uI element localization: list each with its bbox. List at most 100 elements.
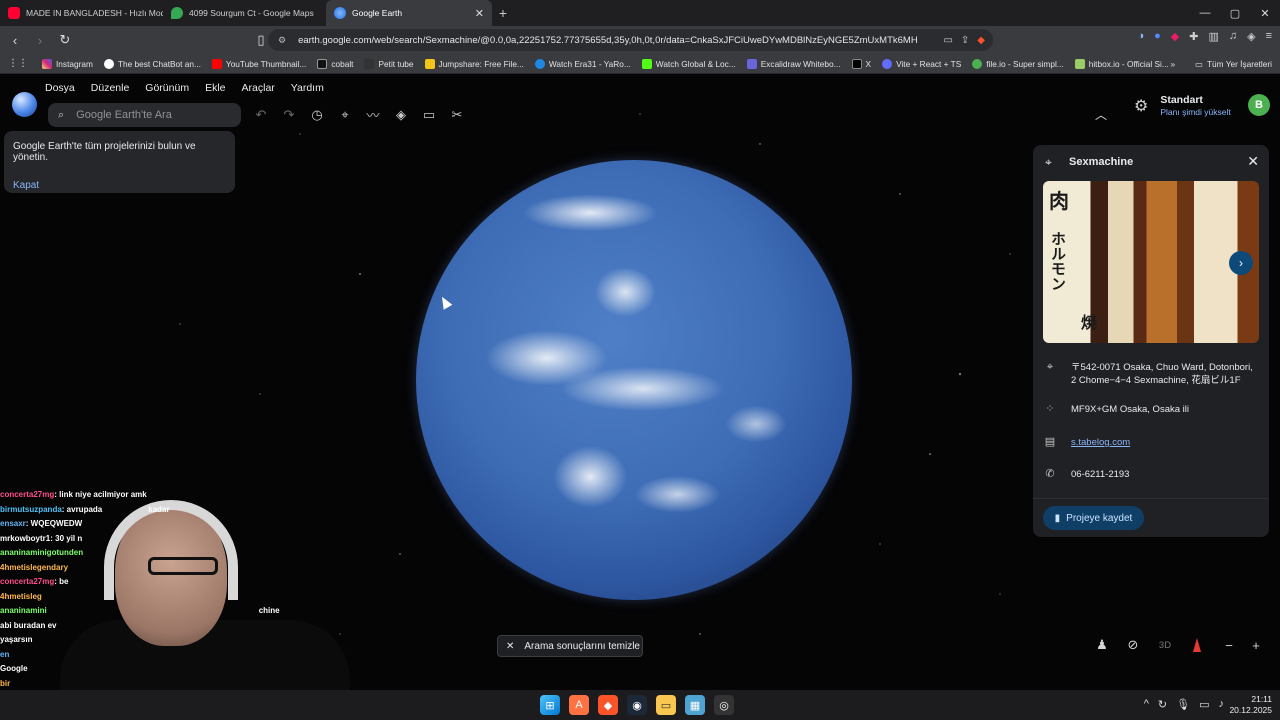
zoom-out-button[interactable]: − [1218,634,1240,656]
chevron-up-icon[interactable]: ︿ [1095,106,1107,123]
clear-results-button[interactable]: ✕ Arama sonuçlarını temizle [497,635,643,657]
website-link[interactable]: s.tabelog.com [1071,436,1130,449]
menu-tools[interactable]: Araçlar [242,82,275,94]
path-icon[interactable]: 〰 [364,105,382,124]
sidebar-icon[interactable]: ▥ [1208,30,1218,43]
address-bar[interactable]: ⚙ earth.google.com/web/search/Sexmachine… [268,29,993,51]
all-bookmarks-folder[interactable]: ▭ Tüm Yer İşaretleri [1195,59,1272,69]
tools-icon[interactable]: ✂ [448,107,466,123]
place-photo[interactable]: 肉 ホルモン 焼 › [1043,181,1259,343]
layers-icon[interactable]: ◈ [392,107,410,123]
app-icon[interactable]: ◎ [714,695,734,715]
bookmark-cobalt[interactable]: cobalt [317,58,353,69]
menu-icon[interactable]: ≡ [1266,30,1272,43]
google-earth-logo[interactable] [12,92,37,117]
plan-upgrade-link[interactable]: Planı şimdi yükselt [1160,106,1230,118]
tooltip-close-button[interactable]: Kapat [13,180,39,191]
file-explorer-icon[interactable]: ▭ [656,695,676,715]
panel-divider [1033,498,1269,499]
gear-icon[interactable]: ⚙ [1134,96,1148,116]
bookmarks-bar: ⋮⋮ Instagram The best ChatBot an... YouT… [0,54,1280,74]
forward-button[interactable]: › [30,30,50,50]
microphone-icon[interactable]: 🎙 [1176,698,1190,711]
earth-globe[interactable] [416,160,852,600]
menu-add[interactable]: Ekle [205,82,225,94]
url-text: earth.google.com/web/search/Sexmachine/@… [298,34,919,46]
date-text: 20.12.2025 [1229,705,1272,715]
app-icon[interactable]: A [569,695,589,715]
bookmark-petit-tube[interactable]: Petit tube [364,58,414,69]
menu-file[interactable]: Dosya [45,82,75,94]
compass-icon[interactable] [1186,634,1208,656]
bookmark-hitbox[interactable]: hitbox.io - Official Si... [1074,58,1169,69]
windows-start-icon[interactable]: ⊞ [540,695,560,715]
brave-shield-icon[interactable]: ◆ [977,35,985,46]
cast-icon[interactable]: ▭ [943,35,952,46]
bookmark-file-io[interactable]: file.io - Super simpl... [972,58,1064,69]
chevron-up-icon[interactable]: ^ [1144,698,1149,711]
tab-label: Google Earth [352,8,403,18]
minimize-button[interactable]: — [1190,0,1220,26]
back-button[interactable]: ‹ [5,30,25,50]
excalidraw-icon [746,58,757,69]
menu-view[interactable]: Görünüm [145,82,189,94]
music-icon[interactable]: ♫ [1229,30,1237,43]
brave-icon[interactable]: ◆ [598,695,618,715]
bookmark-youtube-thumbnail[interactable]: YouTube Thumbnail... [211,58,306,69]
history-icon[interactable]: ◷ [308,107,326,123]
close-panel-button[interactable]: ✕ [1247,153,1259,170]
menu-help[interactable]: Yardım [291,82,324,94]
plan-info[interactable]: Standart Planı şimdi yükselt [1160,94,1230,118]
extension-icon[interactable]: ◆ [1171,30,1179,43]
new-tab-button[interactable]: + [492,5,514,21]
extension-icon[interactable]: ● [1154,30,1161,43]
clock[interactable]: 21:11 20.12.2025 [1229,694,1272,716]
close-tab-icon[interactable]: ✕ [475,7,484,20]
plus-code-text: MF9X+GM Osaka, Osaka ili [1071,404,1189,415]
steam-icon[interactable]: ◉ [627,695,647,715]
bookmark-jumpshare[interactable]: Jumpshare: Free File... [424,58,524,69]
avatar[interactable]: B [1248,94,1270,116]
bookmark-vite[interactable]: Vite + React + TS [882,58,961,69]
wallet-icon[interactable]: ◈ [1247,30,1255,43]
extension-icon[interactable]: ◑ [1137,30,1144,43]
chat-line: mrkowboytr1: 30 yil n [0,533,83,543]
app-icon[interactable]: ▦ [685,695,705,715]
puzzle-icon[interactable]: ✚ [1189,30,1198,43]
close-window-button[interactable]: ✕ [1250,0,1280,26]
sync-icon[interactable]: ↻ [1158,698,1167,711]
share-icon[interactable]: ⇪ [961,35,969,46]
volume-icon[interactable]: ♪ [1219,698,1225,711]
bookmark-x[interactable]: X [851,58,871,69]
more-bookmarks-icon[interactable]: » [1171,59,1176,69]
bookmark-excalidraw[interactable]: Excalidraw Whitebo... [746,58,841,69]
bookmark-kick[interactable]: Watch Global & Loc... [641,58,736,69]
search-input[interactable]: ⌕ Google Earth'te Ara [48,103,241,127]
bookmark-chatbot[interactable]: The best ChatBot an... [103,58,201,69]
pegman-icon[interactable]: ♟ [1091,634,1113,656]
site-info-icon[interactable]: ⚙ [278,35,286,46]
chat-line: en [0,649,10,659]
maximize-button[interactable]: ▢ [1220,0,1250,26]
save-to-project-button[interactable]: ▮ Projeye kaydet [1043,506,1144,530]
window-controls: — ▢ ✕ [1190,0,1280,26]
zoom-in-button[interactable]: + [1245,634,1267,656]
menu-edit[interactable]: Düzenle [91,82,130,94]
apps-icon[interactable]: ⋮⋮ [8,58,28,69]
3d-toggle-button[interactable]: 3D [1154,634,1176,656]
bookmark-era31[interactable]: Watch Era31 - YaRo... [534,58,631,69]
tab-google-earth[interactable]: Google Earth ✕ [326,0,492,26]
measure-icon[interactable]: ▭ [420,107,438,123]
tab-google-maps[interactable]: 4099 Sourgum Ct - Google Maps [163,0,326,26]
reload-button[interactable]: ↻ [55,30,75,50]
placemark-icon[interactable]: ⌖ [336,107,354,123]
extensions-area: ◑ ● ◆ ✚ ▥ ♫ ◈ ≡ [1137,30,1272,43]
bookmark-instagram[interactable]: Instagram [42,58,93,69]
tab-made-in-bangladesh[interactable]: MADE IN BANGLADESH - Hızlı Moda [0,0,163,26]
next-photo-button[interactable]: › [1229,251,1253,275]
display-icon[interactable]: ▭ [1199,698,1209,711]
redo-icon[interactable]: ↷ [280,107,298,123]
tooltip-text: Google Earth'te tüm projelerinizi bulun … [13,141,196,163]
undo-icon[interactable]: ↶ [252,107,270,123]
hide-layers-icon[interactable]: ⊘ [1122,634,1144,656]
